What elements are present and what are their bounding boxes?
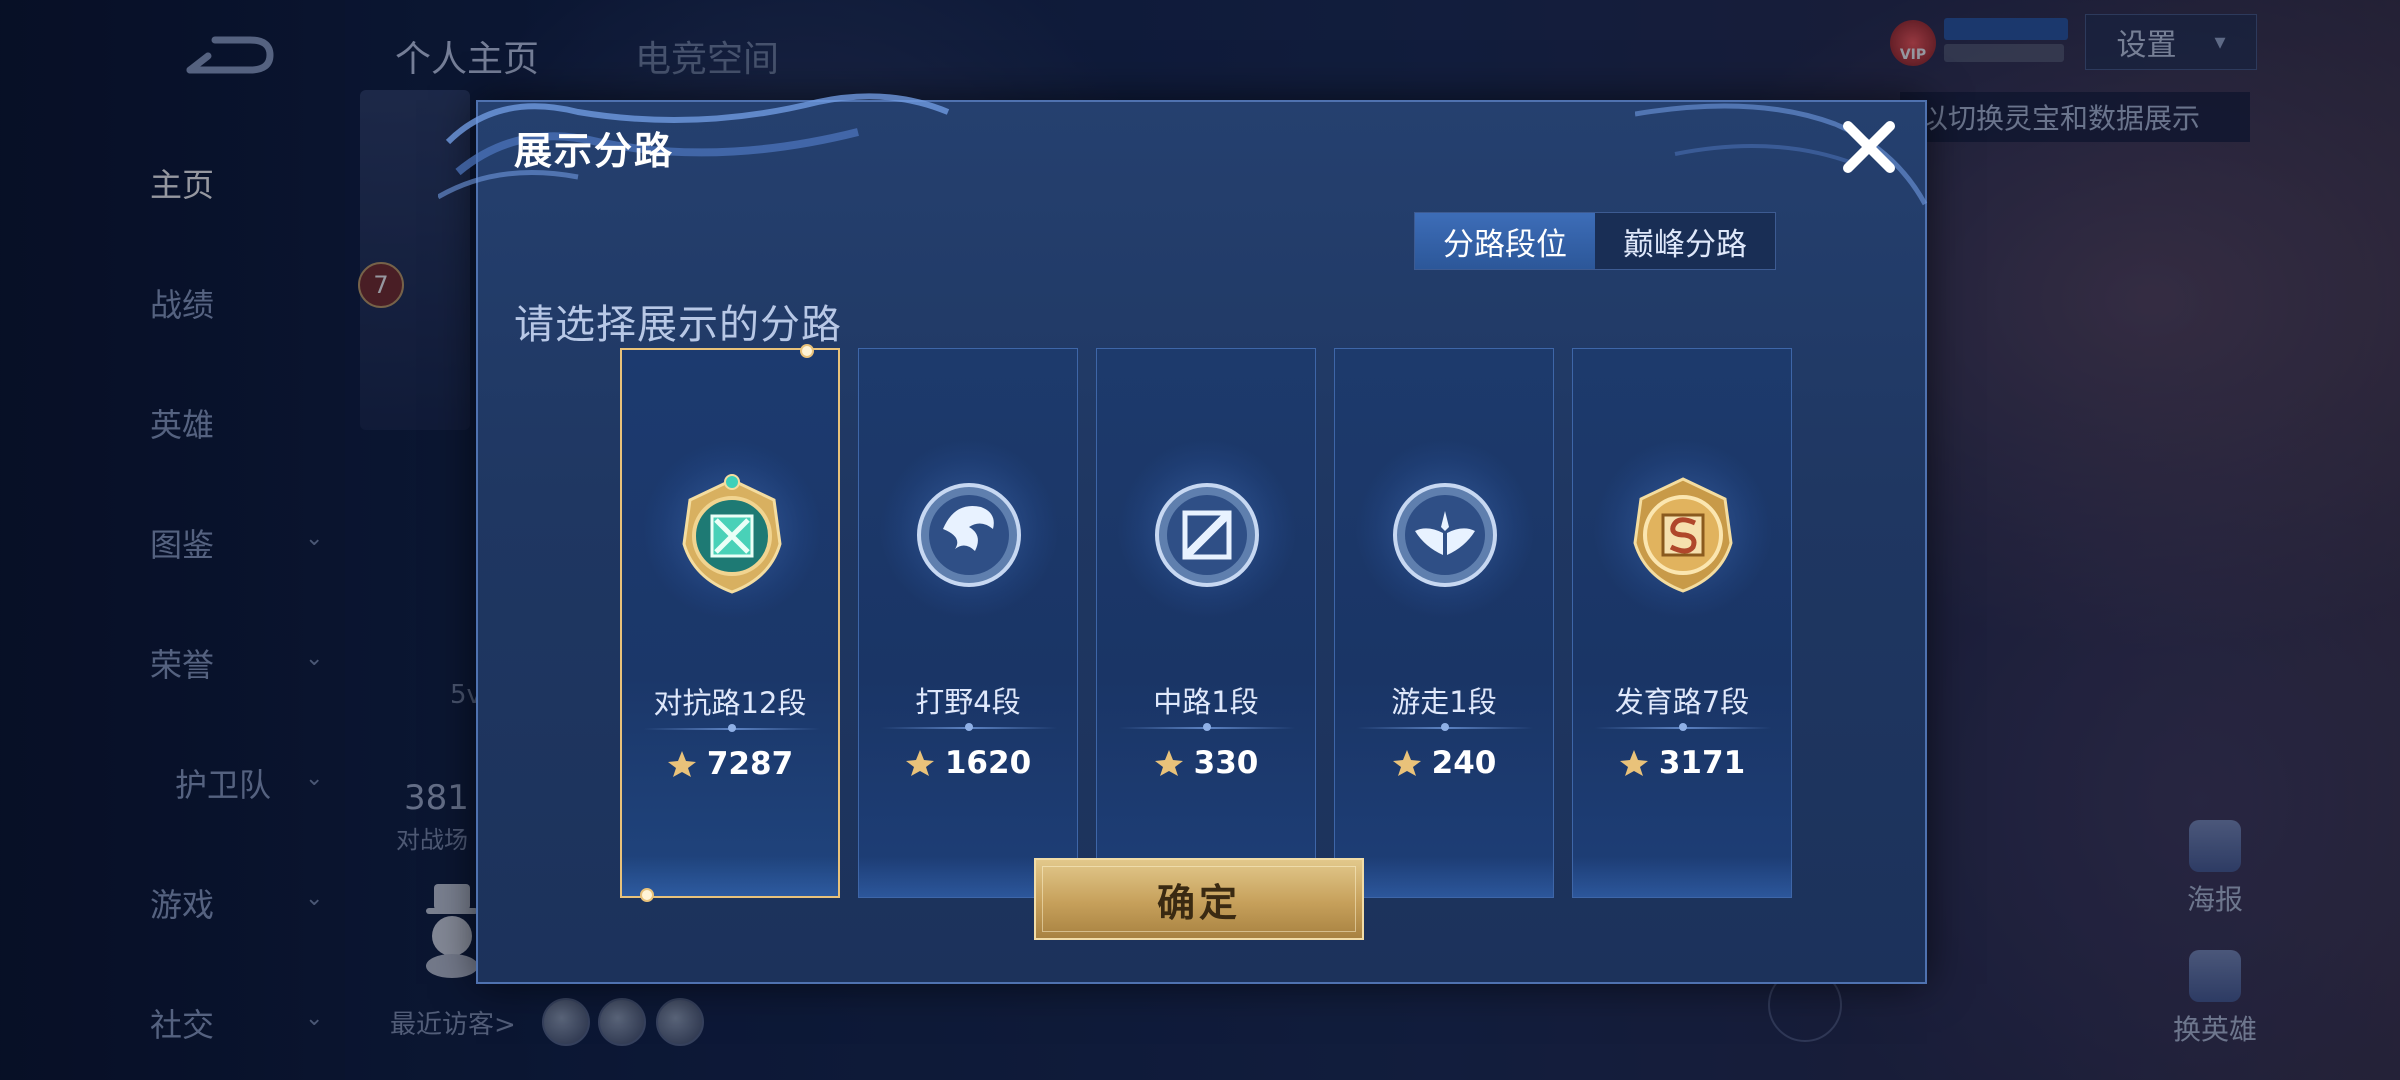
tab-peak-lane[interactable]: 巅峰分路 (1595, 213, 1775, 269)
card-glow (1573, 857, 1791, 897)
selection-marker (800, 344, 814, 358)
score-star-icon (1619, 750, 1648, 776)
lane-score-value: 3171 (1658, 745, 1746, 781)
selection-marker (640, 888, 654, 902)
lane-score: 1620 (859, 745, 1077, 781)
lane-card-roam[interactable]: 游走1段 240 (1334, 348, 1554, 898)
close-icon[interactable] (1834, 112, 1904, 182)
lane-score-value: 330 (1193, 745, 1259, 781)
divider-dot (965, 723, 973, 731)
jungle-emblem-icon (917, 483, 1021, 587)
lane-card-list: 对抗路12段 7287 打野4段 1620 中路1段 330 游走1段 240 … (620, 344, 1860, 902)
mid-lane-emblem-icon (1155, 483, 1259, 587)
score-star-icon (667, 751, 696, 777)
lane-name: 中路1段 (1153, 685, 1259, 719)
confirm-button[interactable]: 确定 (1034, 858, 1364, 940)
button-border (1042, 866, 1356, 932)
card-glow (1335, 857, 1553, 897)
score-star-icon (905, 750, 934, 776)
dialog-title: 展示分路 (514, 129, 675, 173)
lane-score: 3171 (1573, 745, 1791, 781)
lane-score-value: 240 (1431, 745, 1497, 781)
score-star-icon (1154, 750, 1183, 776)
lane-score-value: 1620 (944, 745, 1032, 781)
lane-name: 游走1段 (1391, 685, 1497, 719)
lane-card-farm[interactable]: 发育路7段 3171 (1572, 348, 1792, 898)
clash-lane-emblem-icon (682, 474, 782, 594)
lane-score: 7287 (622, 746, 838, 782)
divider-dot (728, 724, 736, 732)
lane-name: 对抗路12段 (653, 686, 807, 720)
farm-lane-emblem-icon (1633, 477, 1733, 593)
divider-dot (1441, 723, 1449, 731)
tab-group: 分路段位 巅峰分路 (1414, 212, 1776, 270)
lane-card-clash[interactable]: 对抗路12段 7287 (620, 344, 840, 902)
tab-lane-rank[interactable]: 分路段位 (1415, 213, 1595, 269)
selection-prompt: 请选择展示的分路 (514, 302, 842, 348)
score-star-icon (1392, 750, 1421, 776)
divider-dot (1679, 723, 1687, 731)
roam-emblem-icon (1393, 483, 1497, 587)
lane-display-dialog: 展示分路 分路段位 巅峰分路 请选择展示的分路 对抗路12段 7287 打野4段… (438, 93, 1928, 984)
lane-name: 打野4段 (915, 685, 1021, 719)
lane-score-value: 7287 (706, 746, 794, 782)
lane-card-jungle[interactable]: 打野4段 1620 (858, 348, 1078, 898)
lane-card-mid[interactable]: 中路1段 330 (1096, 348, 1316, 898)
divider-dot (1203, 723, 1211, 731)
card-glow (622, 856, 838, 896)
lane-score: 330 (1097, 745, 1315, 781)
lane-score: 240 (1335, 745, 1553, 781)
lane-name: 发育路7段 (1614, 685, 1750, 719)
